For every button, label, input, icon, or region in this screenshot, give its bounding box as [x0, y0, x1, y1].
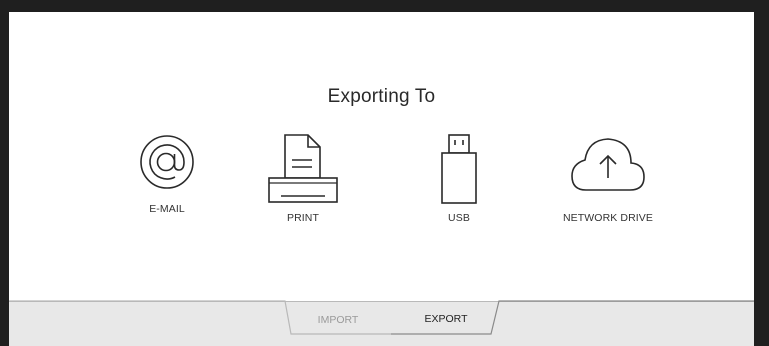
print-option[interactable]: PRINT — [238, 134, 368, 224]
dialog-title: Exporting To — [327, 86, 436, 107]
email-option[interactable]: E-MAIL — [102, 134, 232, 215]
network-drive-label: NETWORK DRIVE — [563, 212, 653, 224]
usb-label: USB — [448, 212, 470, 224]
usb-drive-icon — [441, 134, 477, 204]
at-sign-icon — [140, 135, 194, 189]
tab-export-label: EXPORT — [424, 313, 468, 325]
usb-option[interactable]: USB — [394, 134, 524, 224]
tab-export[interactable]: EXPORT — [391, 300, 501, 346]
printer-icon — [268, 134, 338, 203]
tab-import[interactable]: IMPORT — [285, 301, 391, 346]
print-label: PRINT — [287, 212, 319, 224]
export-dialog: Exporting To E-MAIL PRINT USB NETWORK DR… — [9, 12, 754, 346]
tab-import-label: IMPORT — [317, 314, 359, 326]
network-drive-option[interactable]: NETWORK DRIVE — [543, 134, 673, 224]
export-panel: Exporting To E-MAIL PRINT USB NETWORK DR… — [9, 12, 754, 302]
tab-bar: IMPORT EXPORT — [9, 300, 754, 346]
cloud-upload-icon — [571, 138, 645, 191]
email-label: E-MAIL — [149, 203, 185, 215]
